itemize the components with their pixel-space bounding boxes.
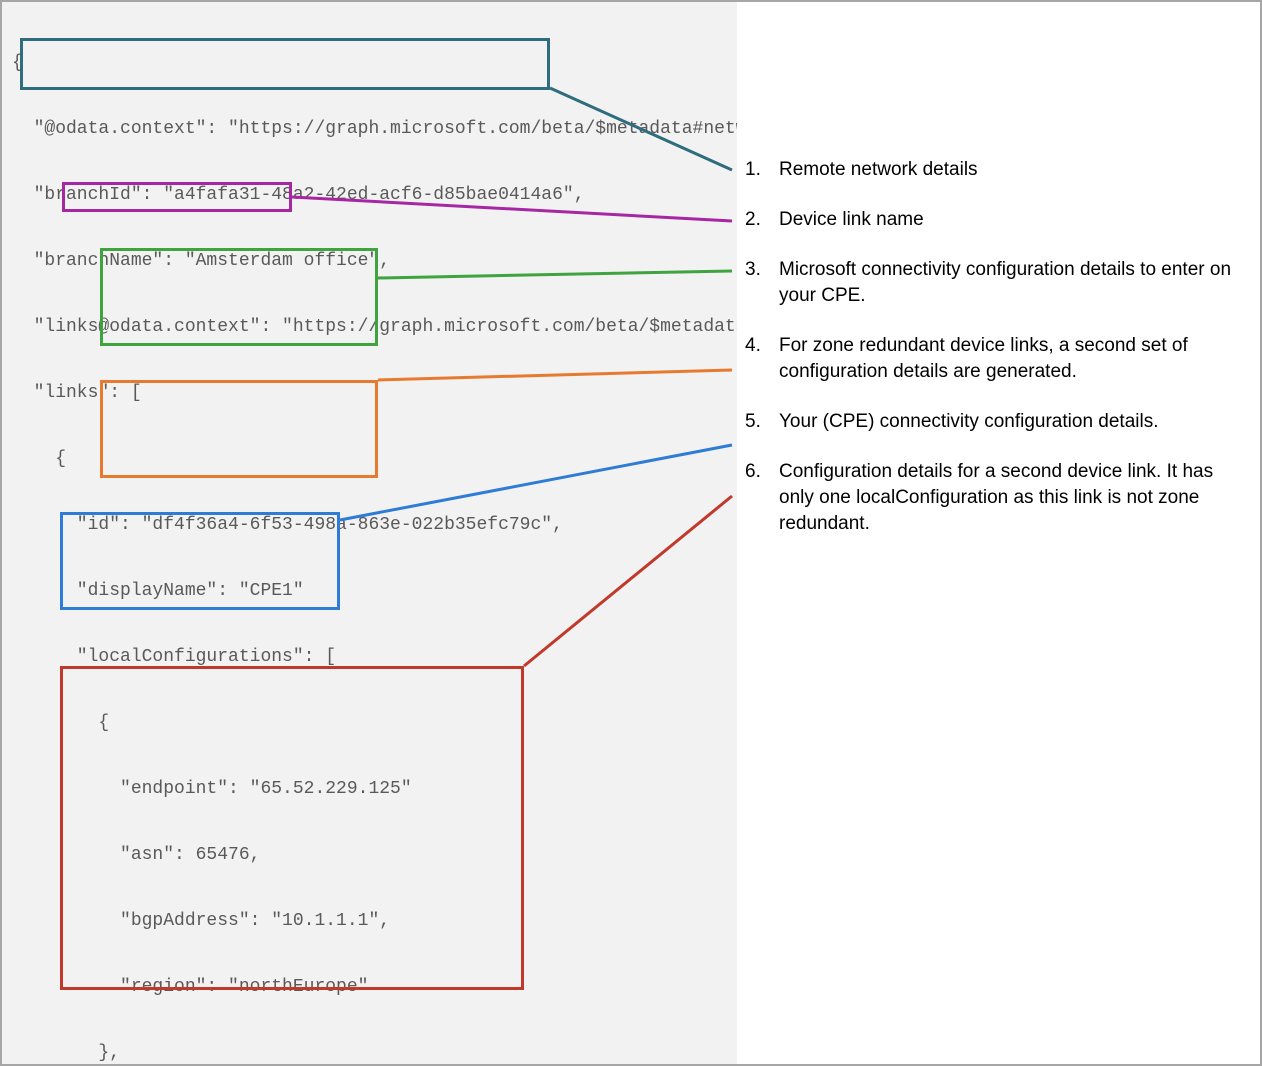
legend-text: Device link name	[779, 207, 1244, 233]
code-line: "endpoint": "65.52.229.125"	[12, 778, 737, 800]
legend-number: 4.	[745, 333, 779, 359]
code-line: {	[12, 712, 737, 734]
legend-text: Configuration details for a second devic…	[779, 459, 1244, 537]
legend-item-2: 2. Device link name	[745, 207, 1244, 233]
code-line: "branchId": "a4fafa31-48a2-42ed-acf6-d85…	[12, 184, 737, 206]
code-line: "region": "northEurope"	[12, 976, 737, 998]
code-line: },	[12, 1042, 737, 1064]
code-line: "bgpAddress": "10.1.1.1",	[12, 910, 737, 932]
legend-text: Remote network details	[779, 157, 1244, 183]
code-line: "@odata.context": "https://graph.microso…	[12, 118, 737, 140]
code-line: "displayName": "CPE1"	[12, 580, 737, 602]
code-line: "id": "df4f36a4-6f53-498a-863e-022b35efc…	[12, 514, 737, 536]
code-line: "links@odata.context": "https://graph.mi…	[12, 316, 737, 338]
code-line: "localConfigurations": [	[12, 646, 737, 668]
legend-item-4: 4. For zone redundant device links, a se…	[745, 333, 1244, 385]
code-line: "asn": 65476,	[12, 844, 737, 866]
legend-item-1: 1. Remote network details	[745, 157, 1244, 183]
legend-number: 1.	[745, 157, 779, 183]
code-line: "links": [	[12, 382, 737, 404]
legend-number: 5.	[745, 409, 779, 435]
legend-number: 6.	[745, 459, 779, 485]
legend-text: Microsoft connectivity configuration det…	[779, 257, 1244, 309]
json-code-block: { "@odata.context": "https://graph.micro…	[2, 2, 737, 1064]
code-line: {	[12, 52, 737, 74]
legend-number: 3.	[745, 257, 779, 283]
legend-number: 2.	[745, 207, 779, 233]
legend: 1. Remote network details 2. Device link…	[737, 2, 1262, 561]
legend-text: For zone redundant device links, a secon…	[779, 333, 1244, 385]
annotated-json-figure: { "@odata.context": "https://graph.micro…	[0, 0, 1262, 1066]
legend-item-5: 5. Your (CPE) connectivity configuration…	[745, 409, 1244, 435]
legend-item-3: 3. Microsoft connectivity configuration …	[745, 257, 1244, 309]
legend-text: Your (CPE) connectivity configuration de…	[779, 409, 1244, 435]
legend-item-6: 6. Configuration details for a second de…	[745, 459, 1244, 537]
code-line: {	[12, 448, 737, 470]
code-line: "branchName": "Amsterdam office",	[12, 250, 737, 272]
